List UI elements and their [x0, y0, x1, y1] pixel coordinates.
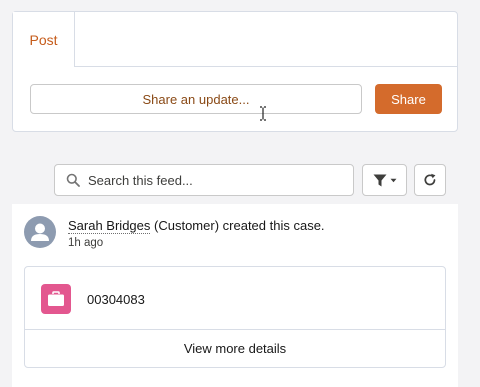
- publisher-tabbar: Post: [13, 12, 457, 68]
- share-update-placeholder: Share an update...: [142, 91, 250, 107]
- record-preview-card: 00304083 View more details: [24, 266, 446, 368]
- publisher-card: Post Share an update... Share: [12, 11, 458, 132]
- chevron-down-icon: [390, 178, 396, 182]
- actor-name-link[interactable]: Sarah Bridges: [68, 218, 151, 234]
- case-icon: [41, 284, 71, 314]
- case-number-link[interactable]: 00304083: [87, 292, 145, 307]
- search-icon: [66, 173, 80, 187]
- action-text: created this case.: [222, 218, 325, 233]
- feed-search-input[interactable]: Search this feed...: [54, 164, 354, 196]
- view-more-details-label: View more details: [183, 341, 287, 356]
- text-cursor-icon: [260, 106, 266, 121]
- share-button-label: Share: [391, 91, 426, 107]
- tab-post[interactable]: Post: [13, 12, 75, 68]
- tab-post-label: Post: [29, 31, 58, 48]
- feed-refresh-button[interactable]: [414, 164, 446, 196]
- avatar[interactable]: [24, 216, 56, 248]
- feed-item-header: Sarah Bridges (Customer) created this ca…: [68, 218, 325, 234]
- share-update-input[interactable]: Share an update...: [30, 84, 362, 121]
- share-button[interactable]: Share: [375, 84, 442, 114]
- feed-filter-button[interactable]: [362, 164, 407, 196]
- refresh-icon: [424, 173, 436, 186]
- user-icon: [31, 223, 49, 241]
- view-more-details-button[interactable]: View more details: [25, 330, 445, 367]
- filter-icon: [373, 174, 386, 186]
- actor-role: (Customer): [154, 218, 220, 233]
- briefcase-icon: [48, 291, 64, 306]
- feed-item: Sarah Bridges (Customer) created this ca…: [12, 204, 458, 387]
- feed-item-timestamp[interactable]: 1h ago: [68, 237, 103, 249]
- feed-search-placeholder: Search this feed...: [88, 172, 193, 188]
